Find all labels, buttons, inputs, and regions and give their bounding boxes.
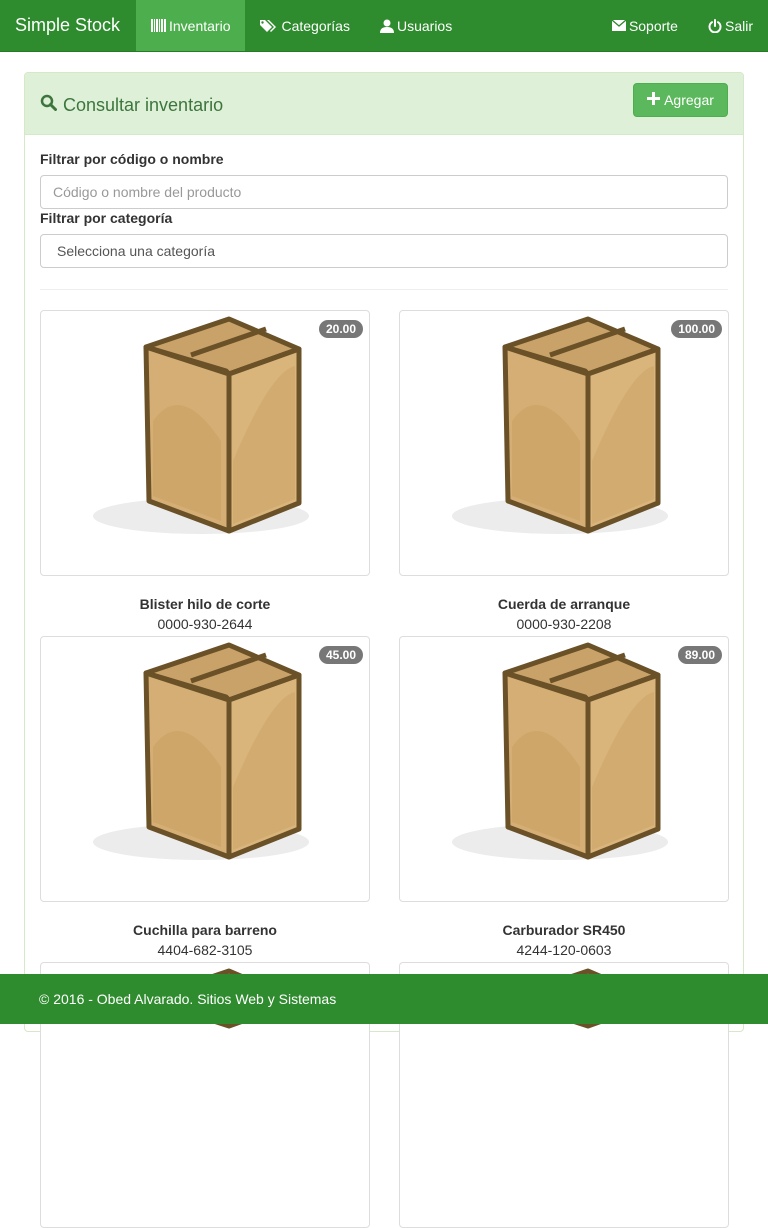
envelope-icon: [611, 20, 626, 31]
page-title: Consultar inventario: [40, 94, 223, 116]
stock-badge: 20.00: [318, 320, 363, 338]
product-code: 0000-930-2644: [157, 616, 253, 632]
category-select[interactable]: Selecciona una categoría: [40, 234, 728, 268]
nav-inventario[interactable]: Inventario: [136, 0, 246, 51]
panel-title-text: Consultar inventario: [63, 94, 224, 115]
product-code: 4244-120-0603: [516, 942, 612, 958]
nav-label: Inventario: [169, 17, 231, 34]
nav-label: Soporte: [628, 17, 678, 34]
barcode-icon: [151, 19, 166, 32]
tags-icon: [260, 19, 278, 33]
product-image-box-icon: [452, 316, 668, 534]
plus-icon: [647, 92, 661, 108]
product-image-box-icon: [452, 642, 668, 860]
nav-label: Usuarios: [396, 17, 453, 34]
stock-badge: 45.00: [318, 646, 363, 664]
filter-name-label: Filtrar por código o nombre: [40, 151, 224, 167]
product-name: Blister hilo de corte: [139, 596, 271, 612]
product-name: Carburador SR450: [502, 922, 626, 938]
stock-badge: 89.00: [677, 646, 722, 664]
power-off-icon: [708, 18, 722, 33]
add-button-label: Agregar: [664, 92, 714, 108]
product-image-box-icon: [93, 642, 309, 860]
footer: © 2016 - Obed Alvarado. Sitios Web y Sis…: [0, 974, 768, 1024]
nav-soporte[interactable]: Soporte: [597, 0, 693, 51]
divider: [40, 289, 728, 290]
nav-categorias[interactable]: Categorías: [245, 0, 364, 51]
search-icon: [40, 94, 57, 116]
product-code: 0000-930-2208: [516, 616, 612, 632]
product-card[interactable]: 100.00: [399, 310, 729, 576]
product-card[interactable]: 45.00: [40, 636, 370, 902]
category-select-value: Selecciona una categoría: [57, 243, 215, 259]
user-icon: [379, 19, 394, 33]
product-image-box-icon: [93, 316, 309, 534]
add-product-button[interactable]: Agregar: [633, 83, 728, 117]
product-name: Cuchilla para barreno: [133, 922, 277, 938]
inventory-panel: Consultar inventario Agregar Filtrar por…: [24, 72, 744, 1228]
product-card[interactable]: 89.00: [399, 636, 729, 902]
brand-logo[interactable]: Simple Stock: [0, 0, 136, 51]
footer-text: © 2016 - Obed Alvarado. Sitios Web y Sis…: [39, 991, 337, 1007]
nav-salir[interactable]: Salir: [693, 0, 768, 51]
nav-label: Salir: [724, 17, 753, 34]
product-name: Cuerda de arranque: [497, 596, 631, 612]
nav-label: Categorías: [281, 17, 350, 34]
panel-heading: Consultar inventario Agregar: [25, 73, 743, 135]
product-code: 4404-682-3105: [157, 942, 253, 958]
nav-usuarios[interactable]: Usuarios: [365, 0, 467, 51]
product-card[interactable]: 20.00: [40, 310, 370, 576]
search-input[interactable]: [40, 175, 728, 209]
stock-badge: 100.00: [671, 320, 722, 338]
navbar: Simple Stock Inventario Categorías Usuar…: [0, 0, 768, 52]
filter-category-label: Filtrar por categoría: [40, 210, 173, 226]
